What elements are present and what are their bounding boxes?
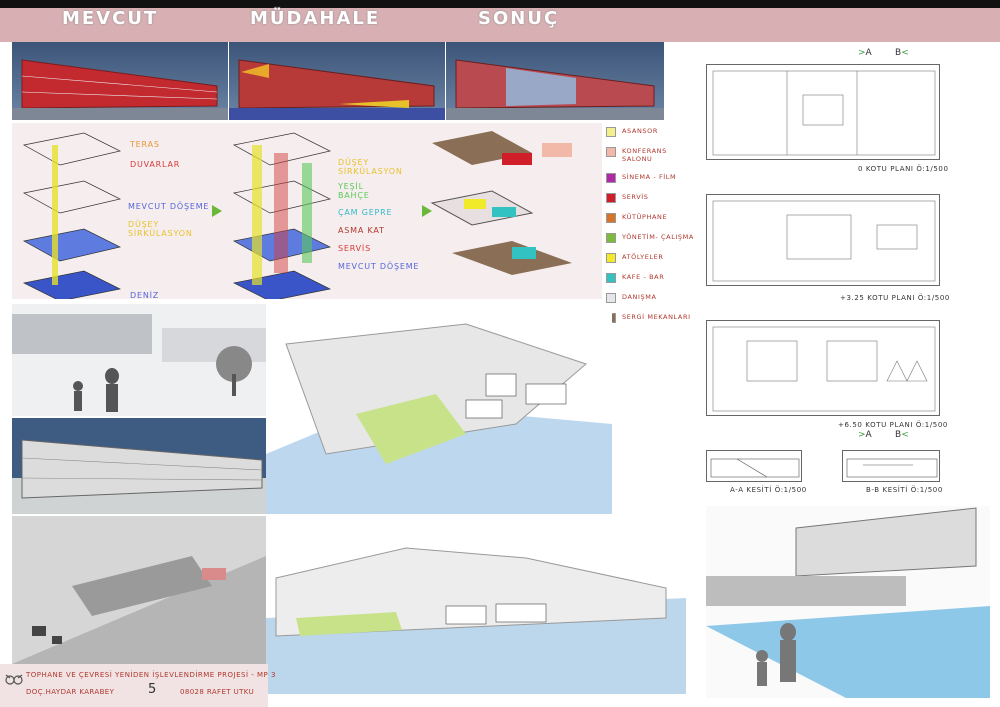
label-yesil-bahce: YEŞİL BAHÇE — [338, 182, 370, 200]
facade-bw-render — [12, 418, 266, 514]
label-duvarlar: DUVARLAR — [130, 160, 181, 169]
aerial-coast-image — [266, 547, 686, 694]
plan-325 — [706, 194, 940, 286]
label-cam-gepre: ÇAM GEPRE — [338, 208, 393, 217]
street-perspective-image — [12, 314, 266, 412]
legend-swatch — [606, 253, 616, 263]
floor-plan-650-image — [712, 326, 936, 412]
legend-label: ATÖLYELER — [622, 253, 664, 261]
section-marker-a: >A — [858, 48, 872, 58]
site-plan-image — [12, 556, 266, 664]
aerial-coast-view — [266, 518, 686, 694]
legend-item: SİNEMA - FİLM — [606, 170, 696, 190]
legend-swatch — [606, 293, 616, 303]
student-name: 08028 RAFET UTKU — [180, 688, 255, 696]
legend-label: YÖNETİM- ÇALIŞMA — [622, 233, 694, 241]
legend-label: KAFE - BAR — [622, 273, 665, 281]
facade-existing-image — [12, 59, 228, 120]
legend-swatch — [606, 213, 616, 223]
section-aa-caption: A-A KESİTİ Ö:1/500 — [730, 486, 807, 494]
legend-item: ATÖLYELER — [606, 250, 696, 270]
legend-label: SERVİS — [622, 193, 649, 201]
label-dusey-sirkulasyon: DÜŞEY SİRKÜLASYON — [128, 220, 193, 238]
title-result: SONUÇ — [478, 8, 560, 29]
legend-swatch — [606, 147, 616, 157]
page-number: 5 — [148, 682, 157, 697]
label-deniz: DENİZ — [130, 291, 160, 300]
floor-plan-0-image — [712, 70, 936, 156]
site-plan — [12, 516, 266, 664]
section-bb — [842, 450, 940, 482]
aerial-site-image — [266, 323, 612, 514]
section-marker-b: B< — [895, 48, 909, 58]
render-result — [446, 42, 664, 120]
legend-label: SİNEMA - FİLM — [622, 173, 677, 181]
facade-intervention-image — [229, 59, 445, 120]
waterfront-perspective-image — [706, 507, 990, 698]
label-mevcut-doseme: MEVCUT DÖŞEME — [128, 202, 210, 211]
legend-swatch — [606, 233, 616, 243]
aerial-site-view — [266, 304, 612, 514]
plan-0 — [706, 64, 940, 160]
legend-swatch — [606, 273, 616, 283]
floor-plan-325-image — [712, 200, 936, 282]
legend-item: SERVİS — [606, 190, 696, 210]
diagram-panel — [12, 123, 602, 299]
legend-item: KÜTÜPHANE — [606, 210, 696, 230]
render-existing — [12, 42, 228, 120]
section-aa-image — [710, 458, 800, 478]
label-teras: TERAS — [130, 140, 160, 149]
legend-label: SERGİ MEKANLARI — [622, 313, 691, 321]
owl-logo-icon — [4, 672, 24, 690]
project-title: TOPHANE VE ÇEVRESİ YENİDEN İŞLEVLENDİRME… — [26, 671, 276, 679]
legend-item: SERGİ MEKANLARI — [606, 310, 696, 330]
render-intervention — [229, 42, 445, 120]
label-dusey-sirkulasyon-2: DÜŞEY SİRKÜLASYON — [338, 158, 403, 176]
street-perspective — [12, 304, 266, 416]
plan-325-caption: +3.25 KOTU PLANI Ö:1/500 — [840, 294, 950, 302]
legend-item: ASANSOR — [606, 124, 696, 144]
legend-label: KÜTÜPHANE — [622, 213, 668, 221]
waterfront-perspective — [706, 506, 990, 698]
facade-result-image — [446, 59, 664, 120]
plan-0-caption: 0 KOTU PLANI Ö:1/500 — [858, 165, 949, 173]
legend-item: YÖNETİM- ÇALIŞMA — [606, 230, 696, 250]
plan-650 — [706, 320, 940, 416]
legend-swatch — [606, 127, 616, 137]
legend-label: ASANSOR — [622, 127, 658, 135]
section-marker-a-2: >A — [858, 430, 872, 440]
label-asma-kat: ASMA KAT — [338, 226, 385, 235]
label-mevcut-doseme-2: MEVCUT DÖŞEME — [338, 262, 420, 271]
legend-item: KONFERANS SALONU — [606, 144, 696, 170]
function-legend: ASANSOR KONFERANS SALONU SİNEMA - FİLM S… — [606, 124, 696, 330]
legend-label: DANIŞMA — [622, 293, 657, 301]
title-existing: MEVCUT — [62, 8, 159, 29]
legend-item: DANIŞMA — [606, 290, 696, 310]
advisor-name: DOÇ.HAYDAR KARABEY — [26, 688, 115, 696]
legend-item: KAFE - BAR — [606, 270, 696, 290]
section-bb-image — [846, 458, 938, 478]
layer-diagram-image — [22, 131, 572, 299]
section-marker-b-2: B< — [895, 430, 909, 440]
plan-650-caption: +6.50 KOTU PLANI Ö:1/500 — [838, 421, 948, 429]
section-aa — [706, 450, 802, 482]
legend-label: KONFERANS SALONU — [622, 147, 667, 163]
label-servis: SERVİS — [338, 244, 371, 253]
legend-swatch — [606, 173, 616, 183]
section-bb-caption: B-B KESİTİ Ö:1/500 — [866, 486, 943, 494]
legend-swatch — [606, 193, 616, 203]
facade-bw-image — [12, 418, 266, 514]
title-intervention: MÜDAHALE — [250, 8, 381, 29]
